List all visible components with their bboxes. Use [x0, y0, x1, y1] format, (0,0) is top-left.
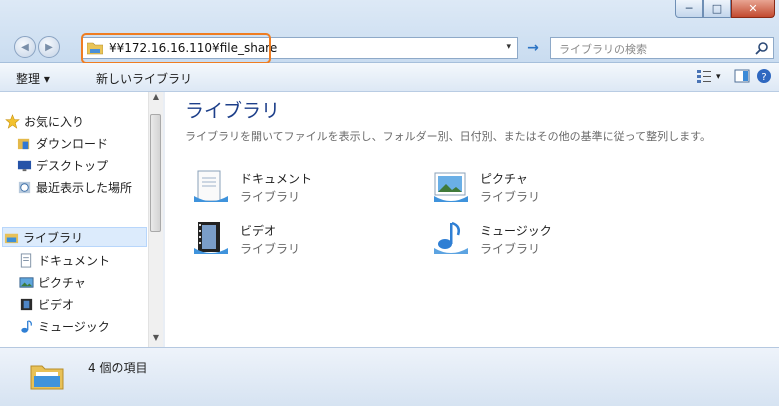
organize-button[interactable]: 整理 ▾: [16, 70, 50, 87]
explorer-window: ─ □ ✕ ◀ ▶ ¥¥172.16.16.110¥file_share ▾ →…: [0, 0, 779, 406]
nav-label: ライブラリ: [23, 230, 84, 245]
forward-button[interactable]: ▶: [38, 36, 60, 58]
svg-text:?: ?: [761, 72, 766, 83]
tile-name: ミュージック: [480, 224, 552, 238]
nav-item-documents[interactable]: ドキュメント: [18, 250, 168, 270]
pane-splitter[interactable]: [163, 92, 165, 347]
back-arrow-icon: ◀: [21, 41, 29, 53]
library-folder-icon: [30, 365, 64, 390]
nav-item-recent-places[interactable]: 最近表示した場所: [16, 177, 166, 197]
forward-arrow-icon: ▶: [45, 41, 53, 53]
search-input[interactable]: ライブラリの検索: [559, 41, 647, 57]
address-dropdown-icon[interactable]: ▾: [506, 42, 511, 52]
item-count: 4 個の項目: [88, 361, 148, 375]
title-bar: ─ □ ✕ ◀ ▶ ¥¥172.16.16.110¥file_share ▾ →…: [0, 0, 779, 64]
library-tile-pictures[interactable]: ピクチャ ライブラリ: [432, 168, 632, 208]
status-bar: 4 個の項目: [0, 347, 779, 406]
address-highlight: [81, 33, 271, 64]
new-library-button[interactable]: 新しいライブラリ: [96, 70, 192, 87]
nav-label: ビデオ: [38, 297, 75, 312]
nav-item-downloads[interactable]: ダウンロード: [16, 133, 166, 153]
command-bar: 整理 ▾ 新しいライブラリ ▾ ?: [0, 63, 779, 92]
scroll-up-arrow-icon[interactable]: ▲: [149, 92, 163, 106]
nav-item-desktop[interactable]: デスクトップ: [16, 155, 166, 175]
library-tile-videos[interactable]: ビデオ ライブラリ: [192, 220, 392, 260]
document-library-icon: [194, 170, 228, 202]
music-icon: [18, 318, 34, 334]
nav-item-videos[interactable]: ビデオ: [18, 294, 168, 314]
tile-subtitle: ライブラリ: [480, 242, 541, 256]
library-icon: [3, 229, 19, 245]
scroll-down-arrow-icon[interactable]: ▼: [149, 333, 163, 347]
library-tile-music[interactable]: ミュージック ライブラリ: [432, 220, 632, 260]
nav-buttons: ◀ ▶: [14, 36, 62, 58]
maximize-button[interactable]: □: [703, 0, 731, 18]
nav-scrollbar[interactable]: ▲ ▼: [148, 92, 163, 347]
tile-subtitle: ライブラリ: [480, 190, 541, 204]
nav-label: デスクトップ: [36, 158, 109, 173]
picture-icon: [18, 274, 34, 290]
view-options-icon[interactable]: [696, 68, 712, 84]
go-button[interactable]: →: [524, 37, 542, 59]
tile-subtitle: ライブラリ: [240, 190, 301, 204]
nav-label: 最近表示した場所: [36, 180, 133, 195]
page-description: ライブラリを開いてファイルを表示し、フォルダー別、日付別、またはその他の基準に従…: [185, 130, 712, 143]
nav-label: ミュージック: [38, 319, 110, 334]
view-dropdown-icon[interactable]: ▾: [716, 72, 721, 82]
nav-item-pictures[interactable]: ピクチャ: [18, 272, 168, 292]
tile-name: ピクチャ: [480, 172, 528, 186]
tile-name: ドキュメント: [240, 172, 313, 186]
nav-item-libraries[interactable]: ライブラリ: [2, 227, 147, 247]
desktop-icon: [16, 157, 32, 173]
download-folder-icon: [16, 135, 32, 151]
navigation-pane: お気に入り ダウンロード デスクトップ 最近表示した場所 ライブラリ ドキュメン…: [0, 92, 160, 347]
search-icon[interactable]: [755, 41, 769, 55]
search-box[interactable]: ライブラリの検索: [550, 37, 774, 59]
tile-name: ビデオ: [240, 224, 277, 238]
music-library-icon: [434, 221, 468, 254]
video-library-icon: [194, 222, 228, 254]
minimize-button[interactable]: ─: [675, 0, 703, 18]
nav-item-music[interactable]: ミュージック: [18, 316, 168, 336]
page-title: ライブラリ: [185, 100, 281, 122]
video-icon: [18, 296, 34, 312]
library-tile-documents[interactable]: ドキュメント ライブラリ: [192, 168, 392, 208]
nav-label: ダウンロード: [36, 136, 109, 151]
preview-pane-icon[interactable]: [734, 68, 750, 84]
content-pane: ライブラリ ライブラリを開いてファイルを表示し、フォルダー別、日付別、またはその…: [170, 92, 779, 347]
nav-item-favorites[interactable]: お気に入り: [4, 111, 154, 131]
nav-label: ドキュメント: [38, 253, 111, 268]
tile-subtitle: ライブラリ: [240, 242, 301, 256]
close-button[interactable]: ✕: [731, 0, 775, 18]
star-icon: [4, 113, 20, 129]
recent-places-icon: [16, 179, 32, 195]
back-button[interactable]: ◀: [14, 36, 36, 58]
document-icon: [18, 252, 34, 268]
scroll-thumb[interactable]: [150, 114, 161, 232]
picture-library-icon: [434, 172, 468, 202]
nav-label: ピクチャ: [38, 275, 86, 290]
nav-label: お気に入り: [24, 114, 85, 129]
help-icon[interactable]: ?: [756, 68, 772, 84]
window-controls: ─ □ ✕: [675, 0, 775, 22]
